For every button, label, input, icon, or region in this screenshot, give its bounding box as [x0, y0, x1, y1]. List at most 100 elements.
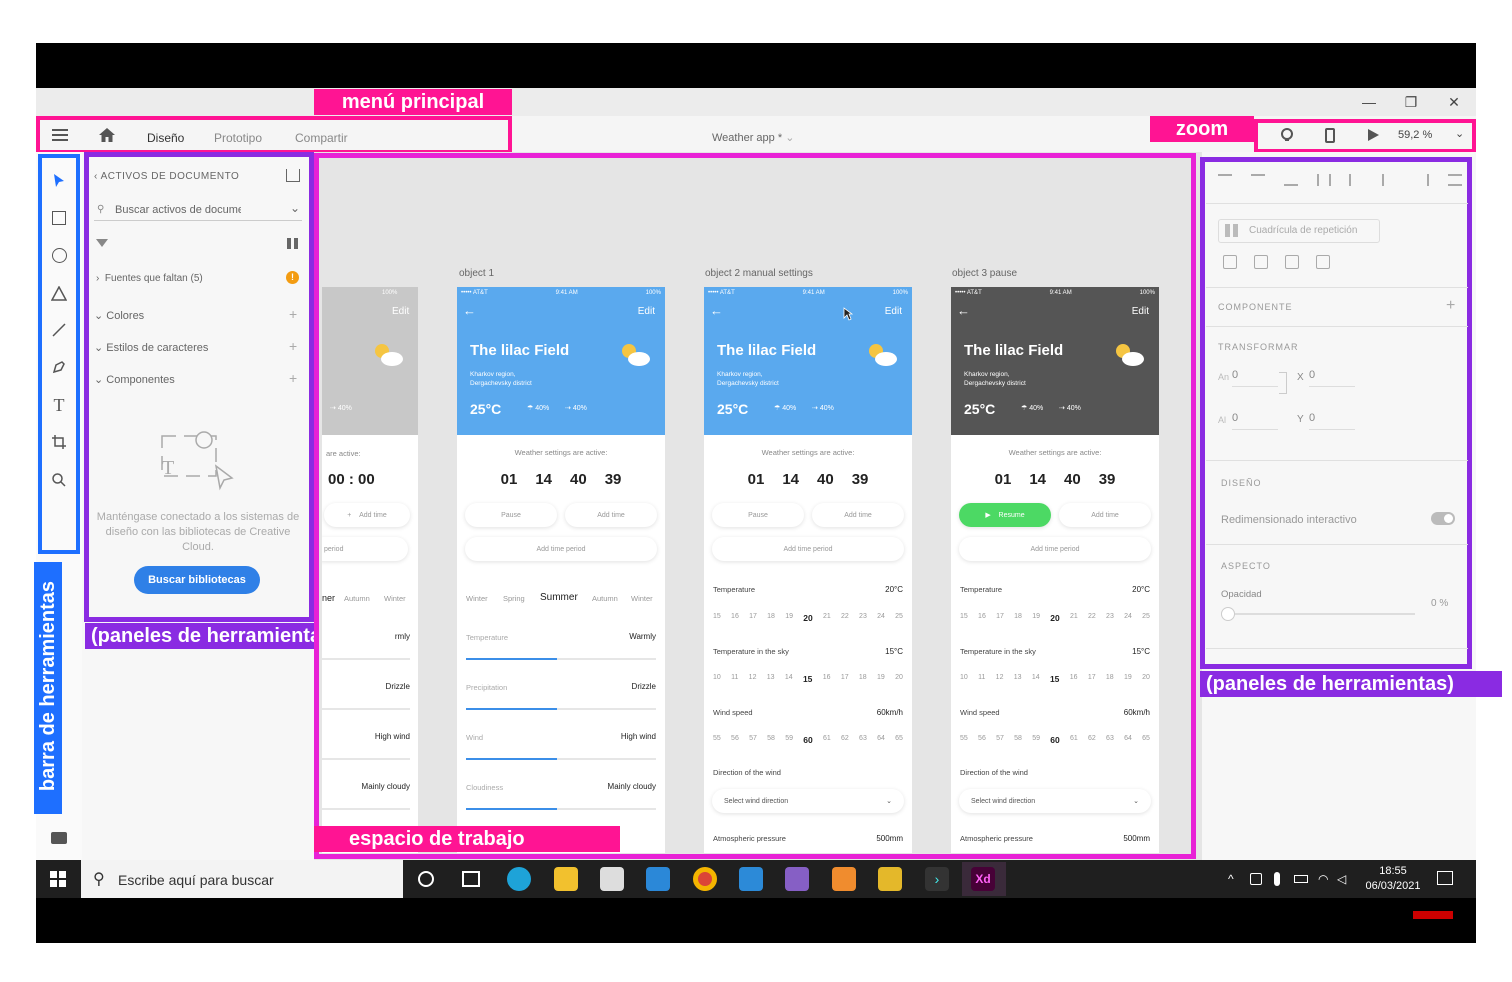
line-tool-icon[interactable]	[48, 319, 70, 341]
artboard-partial[interactable]: 100% Edit ⇢ 40% are active: 00 : 00 + Ad…	[322, 287, 418, 853]
artboard-2[interactable]: ••••• AT&T 9:41 AM 100% ← Edit The lilac F…	[704, 287, 912, 853]
a2-back-arrow-icon[interactable]: ←	[710, 303, 723, 318]
grid-view-icon[interactable]	[287, 238, 298, 249]
task-view-icon[interactable]	[462, 871, 480, 887]
partial-slider-0[interactable]	[322, 658, 410, 660]
a2-wind-ticks[interactable]: 55 56 57 58 59 60 61 62 63 64 65	[713, 735, 903, 745]
chevron-left-icon[interactable]: ‹	[94, 171, 98, 182]
subtract-icon[interactable]	[1254, 255, 1268, 269]
components-row[interactable]: ⌄ Componentes	[94, 373, 175, 386]
tick-label[interactable]: 25	[1142, 613, 1150, 623]
text-tool-icon[interactable]: T	[48, 394, 70, 416]
tick-label[interactable]: 24	[1124, 613, 1132, 623]
tray-chevron-icon[interactable]: ^	[1228, 872, 1234, 886]
tick-label[interactable]: 13	[1014, 674, 1022, 684]
taskbar-search-box[interactable]: ⚲ Escribe aquí para buscar	[81, 860, 403, 898]
tick-label[interactable]: 16	[731, 613, 739, 623]
partial-add-period[interactable]: period	[322, 537, 408, 561]
partial-edit[interactable]: Edit	[392, 306, 409, 317]
minimize-button[interactable]: —	[1354, 94, 1384, 110]
a3-add-period-button[interactable]: Add time period	[959, 537, 1151, 561]
export-icon[interactable]	[286, 169, 300, 182]
artboard-label-1[interactable]: object 1	[459, 268, 494, 279]
search-chevron-icon[interactable]: ⌄	[290, 201, 300, 215]
tick-label[interactable]: 22	[841, 613, 849, 623]
wifi-icon[interactable]: ◠	[1318, 872, 1328, 886]
pen-tool-icon[interactable]	[48, 356, 70, 378]
file-explorer-icon[interactable]	[554, 867, 578, 891]
play-icon[interactable]	[1368, 129, 1379, 141]
windows-start-icon[interactable]	[50, 871, 66, 887]
opacity-slider-handle[interactable]	[1221, 607, 1235, 621]
device-preview-icon[interactable]	[1325, 128, 1335, 143]
tick-label[interactable]: 15	[803, 674, 812, 684]
tick-label[interactable]: 16	[978, 613, 986, 623]
zoom-chevron-icon[interactable]: ⌄	[1455, 127, 1464, 140]
colors-row[interactable]: ⌄ Colores	[94, 309, 144, 322]
partial-slider-1[interactable]	[322, 708, 410, 710]
terminal-icon[interactable]: ›	[925, 867, 949, 891]
tick-label[interactable]: 19	[877, 674, 885, 684]
a3-wind-ticks[interactable]: 55 56 57 58 59 60 61 62 63 64 65	[960, 735, 1150, 745]
edge-icon[interactable]	[507, 867, 531, 891]
a3-add-time-button[interactable]: Add time	[1059, 503, 1151, 527]
partial-slider-3[interactable]	[322, 808, 410, 810]
home-icon[interactable]	[98, 127, 116, 143]
a2-pause-button[interactable]: Pause	[712, 503, 804, 527]
close-button[interactable]: ✕	[1439, 94, 1469, 111]
tick-label[interactable]: 14	[785, 674, 793, 684]
a1-edit[interactable]: Edit	[638, 306, 655, 317]
tick-label[interactable]: 25	[895, 613, 903, 623]
sublime-icon[interactable]	[832, 867, 856, 891]
a3-sky-ticks[interactable]: 10 11 12 13 14 15 16 17 18 19 20	[960, 674, 1150, 684]
a1-precipitation-slider[interactable]	[466, 708, 656, 710]
artboard-tool-icon[interactable]	[48, 431, 70, 453]
tick-label[interactable]: 12	[996, 674, 1004, 684]
tick-label[interactable]: 21	[823, 613, 831, 623]
clock[interactable]: 18:55 06/03/2021	[1363, 864, 1423, 894]
tick-label[interactable]: 17	[1088, 674, 1096, 684]
cortana-icon[interactable]	[418, 871, 434, 887]
tick-label[interactable]: 22	[1088, 613, 1096, 623]
tick-label[interactable]: 20	[895, 674, 903, 684]
tick-label[interactable]: 18	[859, 674, 867, 684]
adobe-xd-icon[interactable]: Xd	[971, 867, 995, 891]
tick-label[interactable]: 59	[1032, 735, 1040, 745]
tick-label[interactable]: 59	[785, 735, 793, 745]
tick-label[interactable]: 11	[978, 674, 985, 684]
lock-aspect-icon[interactable]	[1279, 372, 1287, 394]
chrome-icon[interactable]	[693, 867, 717, 891]
a1-pause-button[interactable]: Pause	[465, 503, 557, 527]
tab-diseno[interactable]: Diseño	[147, 131, 184, 145]
tick-label[interactable]: 60	[1050, 735, 1059, 745]
missing-fonts-row[interactable]: › Fuentes que faltan (5)	[96, 273, 203, 284]
a1-add-period-button[interactable]: Add time period	[465, 537, 657, 561]
hamburger-icon[interactable]	[52, 129, 68, 141]
exclude-icon[interactable]	[1316, 255, 1330, 269]
artboard-label-3[interactable]: object 3 pause	[952, 268, 1017, 279]
a3-direction-select[interactable]: Select wind direction ⌄	[959, 789, 1151, 813]
restore-button[interactable]: ❐	[1396, 94, 1426, 111]
a2-temp-ticks[interactable]: 15 16 17 18 19 20 21 22 23 24 25	[713, 613, 903, 623]
select-tool-icon[interactable]	[48, 170, 70, 192]
tick-label[interactable]: 19	[1124, 674, 1132, 684]
artboard-3[interactable]: ••••• AT&T 9:41 AM 100% ← Edit The lilac F…	[951, 287, 1159, 853]
zoom-value[interactable]: 59,2 %	[1398, 129, 1432, 141]
tick-label[interactable]: 63	[859, 735, 867, 745]
a1-wind-slider[interactable]	[466, 758, 656, 760]
a1-temperature-slider[interactable]	[466, 658, 656, 660]
a1-season-4[interactable]: Winter	[631, 594, 653, 603]
tick-label[interactable]: 14	[1032, 674, 1040, 684]
tick-label[interactable]: 16	[823, 674, 831, 684]
tick-label[interactable]: 58	[1014, 735, 1022, 745]
partial-season-0[interactable]: ner	[322, 593, 335, 603]
tick-label[interactable]: 23	[1106, 613, 1114, 623]
volume-icon[interactable]: ◁	[1337, 872, 1346, 886]
tick-label[interactable]: 10	[713, 674, 721, 684]
tab-compartir[interactable]: Compartir	[295, 131, 348, 145]
align-left-icon[interactable]	[1349, 174, 1363, 186]
a1-season-1[interactable]: Spring	[503, 594, 525, 603]
align-right-icon[interactable]	[1415, 174, 1430, 186]
tick-label[interactable]: 10	[960, 674, 968, 684]
a2-sky-ticks[interactable]: 10 11 12 13 14 15 16 17 18 19 20	[713, 674, 903, 684]
